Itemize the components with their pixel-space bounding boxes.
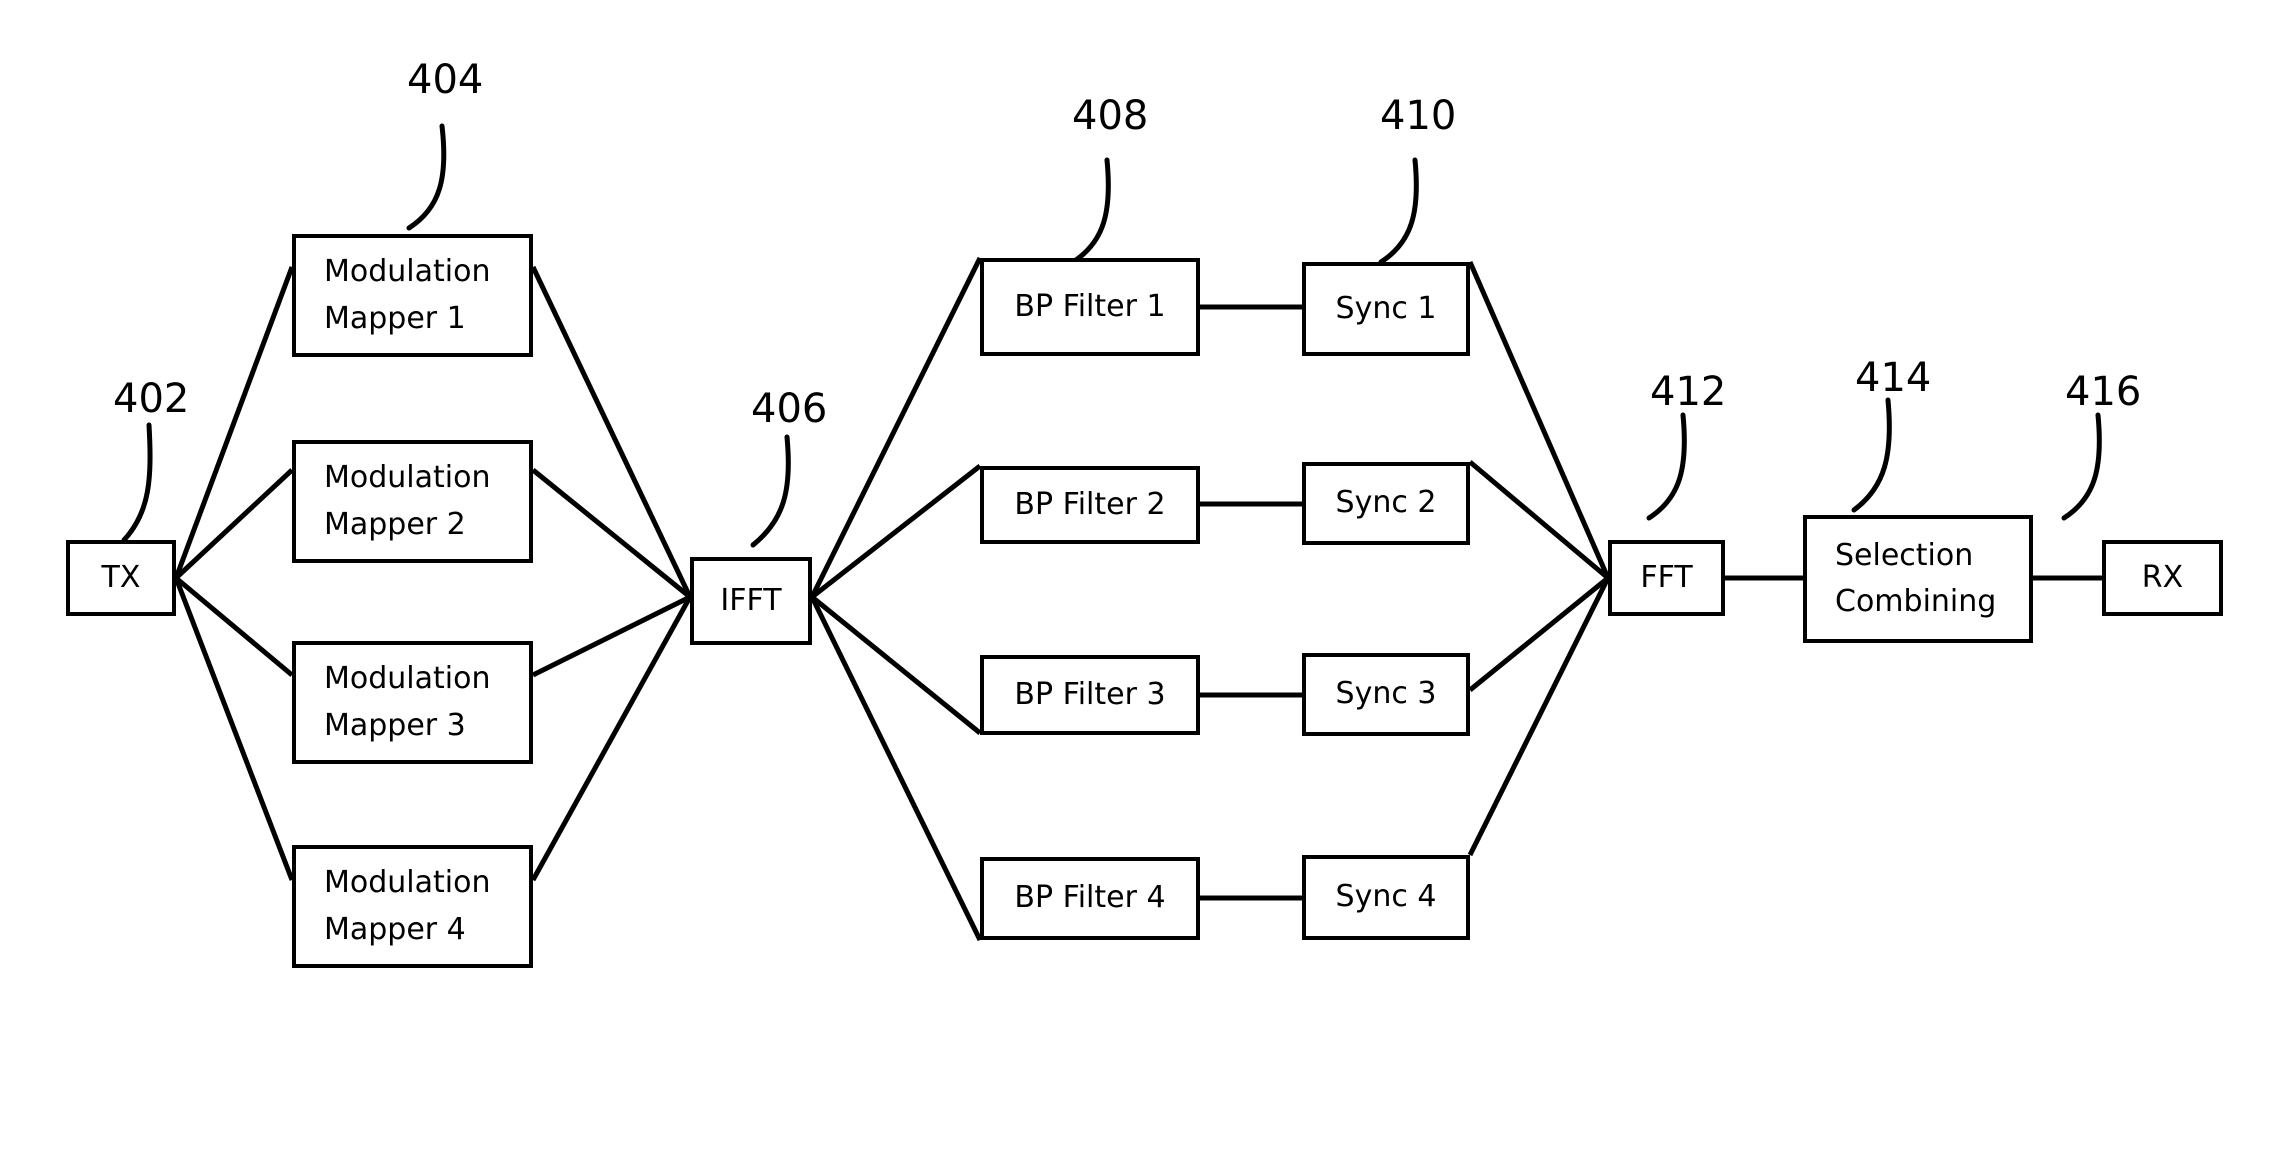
block-modulation-mapper-3-line1: Modulation (324, 661, 491, 696)
block-tx[interactable]: TX (66, 540, 176, 616)
block-sync-2-label: Sync 2 (1335, 485, 1437, 521)
reference-numeral-416: 416 (2065, 369, 2142, 415)
block-ifft[interactable]: IFFT (690, 557, 812, 645)
leader-404 (406, 123, 447, 231)
reference-numeral-406: 406 (751, 386, 828, 432)
block-bp-filter-3-label: BP Filter 3 (1014, 676, 1166, 712)
leader-412 (1646, 412, 1687, 521)
block-fft[interactable]: FFT (1608, 540, 1725, 616)
wire-ifft-to-bpf4 (809, 595, 983, 942)
wire-mapper4-to-ifft (530, 595, 693, 882)
block-bp-filter-4-label: BP Filter 4 (1014, 880, 1166, 916)
wire-sync4-to-fft (1467, 576, 1611, 857)
block-selection-combining-line1: Selection (1835, 537, 1974, 573)
block-ifft-label: IFFT (720, 582, 782, 618)
leader-402 (121, 422, 153, 543)
leader-408 (1070, 157, 1111, 265)
block-modulation-mapper-1[interactable]: Modulation Mapper 1 (292, 234, 533, 357)
wire-ifft-to-bpf2 (810, 464, 982, 599)
reference-numeral-408: 408 (1072, 93, 1149, 139)
wire-ifft-to-bpf1 (809, 256, 983, 599)
block-rx-label: RX (2141, 559, 2184, 595)
reference-numeral-402: 402 (113, 376, 190, 422)
block-modulation-mapper-3[interactable]: Modulation Mapper 3 (292, 641, 533, 764)
block-modulation-mapper-1-line1: Modulation (324, 254, 491, 289)
reference-numeral-414: 414 (1855, 355, 1932, 401)
block-bp-filter-3[interactable]: BP Filter 3 (980, 655, 1200, 735)
wire-tx-to-mapper1 (173, 266, 295, 579)
block-modulation-mapper-3-line2: Mapper 3 (324, 707, 466, 743)
block-bp-filter-2[interactable]: BP Filter 2 (980, 466, 1200, 544)
block-selection-combining[interactable]: Selection Combining (1803, 515, 2033, 643)
leader-414 (1851, 397, 1892, 513)
block-sync-1-label: Sync 1 (1335, 290, 1437, 326)
block-bp-filter-1[interactable]: BP Filter 1 (980, 258, 1200, 356)
block-sync-2[interactable]: Sync 2 (1302, 462, 1470, 545)
wire-mapper2-to-ifft (531, 468, 692, 599)
block-selection-combining-line2: Combining (1835, 584, 1997, 619)
block-modulation-mapper-2-line1: Modulation (324, 460, 491, 495)
block-bp-filter-1-label: BP Filter 1 (1014, 288, 1166, 324)
block-modulation-mapper-4[interactable]: Modulation Mapper 4 (292, 845, 533, 968)
wire-mapper1-to-ifft (530, 265, 693, 599)
block-tx-label: TX (101, 559, 141, 595)
reference-numeral-404: 404 (407, 57, 484, 103)
wire-sync1-to-fft (1467, 260, 1611, 580)
block-sync-3[interactable]: Sync 3 (1302, 653, 1470, 736)
block-modulation-mapper-2-line2: Mapper 2 (324, 506, 466, 542)
block-bp-filter-4[interactable]: BP Filter 4 (980, 857, 1200, 940)
wire-sync2-to-fft (1468, 460, 1610, 580)
wire-ifft-to-bpf3 (810, 595, 982, 735)
block-modulation-mapper-4-line2: Mapper 4 (324, 911, 466, 947)
diagram-canvas: TX Modulation Mapper 1 Modulation Mapper… (0, 0, 2281, 1158)
reference-numeral-410: 410 (1380, 93, 1457, 139)
block-bp-filter-2-label: BP Filter 2 (1014, 486, 1166, 522)
block-fft-label: FFT (1640, 559, 1693, 595)
block-modulation-mapper-4-line1: Modulation (324, 865, 491, 900)
block-modulation-mapper-1-line2: Mapper 1 (324, 300, 466, 336)
block-sync-3-label: Sync 3 (1335, 676, 1437, 712)
wire-tx-to-mapper2 (174, 468, 294, 580)
reference-numeral-412: 412 (1650, 369, 1727, 415)
block-modulation-mapper-2[interactable]: Modulation Mapper 2 (292, 440, 533, 563)
leader-406 (750, 434, 791, 548)
leader-410 (1378, 157, 1419, 265)
leader-416 (2061, 412, 2102, 521)
block-sync-1[interactable]: Sync 1 (1302, 262, 1470, 356)
block-sync-4[interactable]: Sync 4 (1302, 855, 1470, 940)
block-rx[interactable]: RX (2102, 540, 2223, 616)
wire-sync3-to-fft (1468, 576, 1610, 692)
block-sync-4-label: Sync 4 (1335, 879, 1437, 915)
